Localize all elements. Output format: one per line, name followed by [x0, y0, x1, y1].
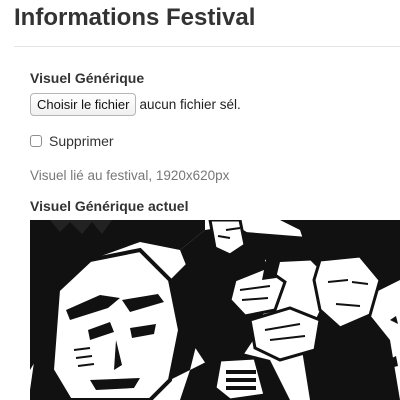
delete-checkbox-row[interactable]: Supprimer	[30, 131, 114, 151]
visual-help-text: Visuel lié au festival, 1920x620px	[30, 168, 230, 183]
delete-checkbox-label: Supprimer	[49, 133, 114, 149]
title-divider	[14, 46, 400, 47]
delete-checkbox[interactable]	[30, 135, 42, 147]
visual-label: Visuel Générique	[30, 70, 145, 86]
current-visual-label: Visuel Générique actuel	[30, 198, 189, 214]
file-input[interactable]: Choisir le fichier aucun fichier sél.	[30, 92, 241, 116]
choose-file-button[interactable]: Choisir le fichier	[30, 92, 137, 116]
comic-illustration	[30, 220, 400, 400]
page-title: Informations Festival	[14, 4, 256, 31]
current-visual-image	[30, 220, 400, 400]
file-status-text: aucun fichier sél.	[139, 96, 241, 112]
